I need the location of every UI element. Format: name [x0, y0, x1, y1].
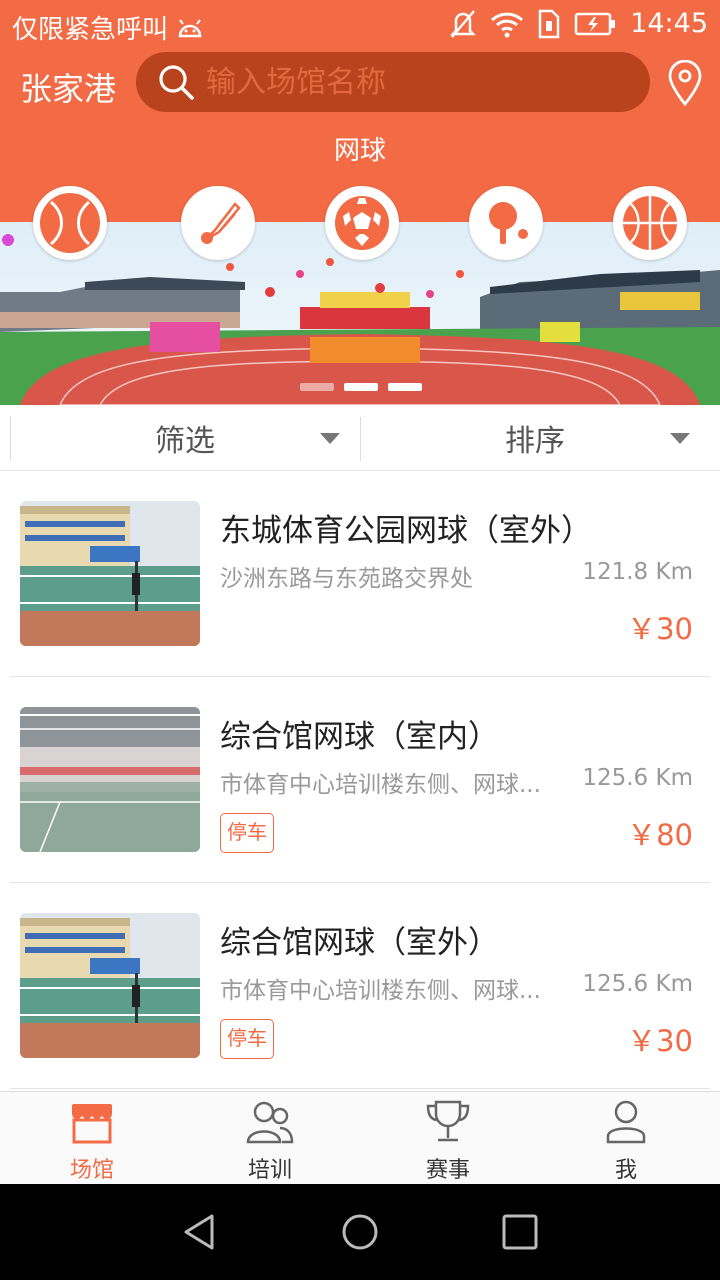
tab-training[interactable]: 培训	[210, 1096, 330, 1183]
tab-label: 赛事	[425, 1158, 470, 1183]
venue-address: 沙洲东路与东苑路交界处	[220, 566, 473, 592]
dropdown-arrow-icon	[320, 433, 340, 444]
banner-dot-active	[344, 383, 378, 391]
soccer-ball-icon[interactable]	[325, 186, 399, 260]
banner-pagination	[300, 383, 422, 391]
back-icon[interactable]	[180, 1212, 220, 1252]
venue-distance: 125.6 Km	[582, 765, 693, 791]
venue-distance: 121.8 Km	[582, 559, 693, 585]
search-icon	[159, 65, 194, 100]
venue-distance: 125.6 Km	[582, 971, 693, 997]
tab-events[interactable]: 赛事	[388, 1096, 508, 1183]
dropdown-arrow-icon	[670, 433, 690, 444]
person-icon	[606, 1100, 646, 1144]
location-pin-icon[interactable]	[666, 60, 704, 106]
venue-card[interactable]: 东城体育公园网球（室外） 沙洲东路与东苑路交界处 121.8 Km ￥30	[0, 471, 720, 677]
home-icon[interactable]	[340, 1212, 380, 1252]
venue-thumbnail	[20, 913, 200, 1058]
venue-price: ￥80	[627, 818, 693, 852]
city-selector[interactable]: 张家港	[20, 64, 116, 110]
venue-name: 综合馆网球（室外）	[220, 925, 499, 961]
filter-dropdown[interactable]: 筛选	[10, 415, 360, 461]
battery-icon	[574, 12, 616, 35]
banner-dot	[300, 383, 334, 391]
search-bar[interactable]	[136, 52, 650, 112]
mute-icon	[450, 9, 477, 38]
filter-bar: 筛选 排序	[0, 405, 720, 471]
banner-dot	[388, 383, 422, 391]
venue-card[interactable]: 综合馆网球（室内） 市体育中心培训楼东侧、网球... 125.6 Km 停车 ￥…	[0, 677, 720, 883]
wifi-icon	[491, 12, 524, 37]
carrier-text: 仅限紧急呼叫	[12, 15, 169, 45]
sim-icon	[538, 9, 560, 38]
status-bar: 仅限紧急呼叫 14:45	[0, 0, 720, 52]
parking-tag: 停车	[220, 813, 274, 853]
trophy-icon	[426, 1100, 470, 1142]
venue-name: 综合馆网球（室内）	[220, 719, 499, 755]
venue-thumbnail	[20, 707, 200, 852]
venue-price: ￥30	[627, 612, 693, 646]
venue-name: 东城体育公园网球（室外）	[220, 513, 592, 549]
sport-category-row	[0, 186, 720, 266]
tab-label: 我	[614, 1158, 637, 1183]
tab-label: 培训	[247, 1158, 292, 1183]
basketball-icon[interactable]	[613, 186, 687, 260]
sort-dropdown[interactable]: 排序	[360, 415, 710, 461]
clock: 14:45	[630, 8, 708, 39]
venue-address: 市体育中心培训楼东侧、网球...	[220, 978, 541, 1004]
venue-thumbnail	[20, 501, 200, 646]
sort-label: 排序	[505, 424, 565, 459]
badminton-icon[interactable]	[181, 186, 255, 260]
bottom-tab-bar: 场馆 培训 赛事 我	[0, 1091, 720, 1184]
search-input[interactable]	[206, 64, 626, 100]
sport-title: 网球	[333, 136, 386, 166]
tennis-ball-icon[interactable]	[33, 186, 107, 260]
system-nav-bar	[0, 1184, 720, 1280]
store-icon	[72, 1104, 112, 1144]
recents-icon[interactable]	[500, 1212, 540, 1252]
venue-address: 市体育中心培训楼东侧、网球...	[220, 772, 541, 798]
venue-card[interactable]: 综合馆网球（室外） 市体育中心培训楼东侧、网球... 125.6 Km 停车 ￥…	[0, 883, 720, 1089]
android-icon	[178, 18, 202, 37]
divider	[10, 1088, 710, 1089]
parking-tag: 停车	[220, 1019, 274, 1059]
people-icon	[246, 1101, 294, 1144]
filter-label: 筛选	[155, 424, 215, 459]
tab-me[interactable]: 我	[566, 1096, 686, 1183]
table-tennis-icon[interactable]	[469, 186, 543, 260]
tab-label: 场馆	[69, 1158, 114, 1183]
tab-venues[interactable]: 场馆	[32, 1096, 152, 1183]
venue-price: ￥30	[627, 1024, 693, 1058]
